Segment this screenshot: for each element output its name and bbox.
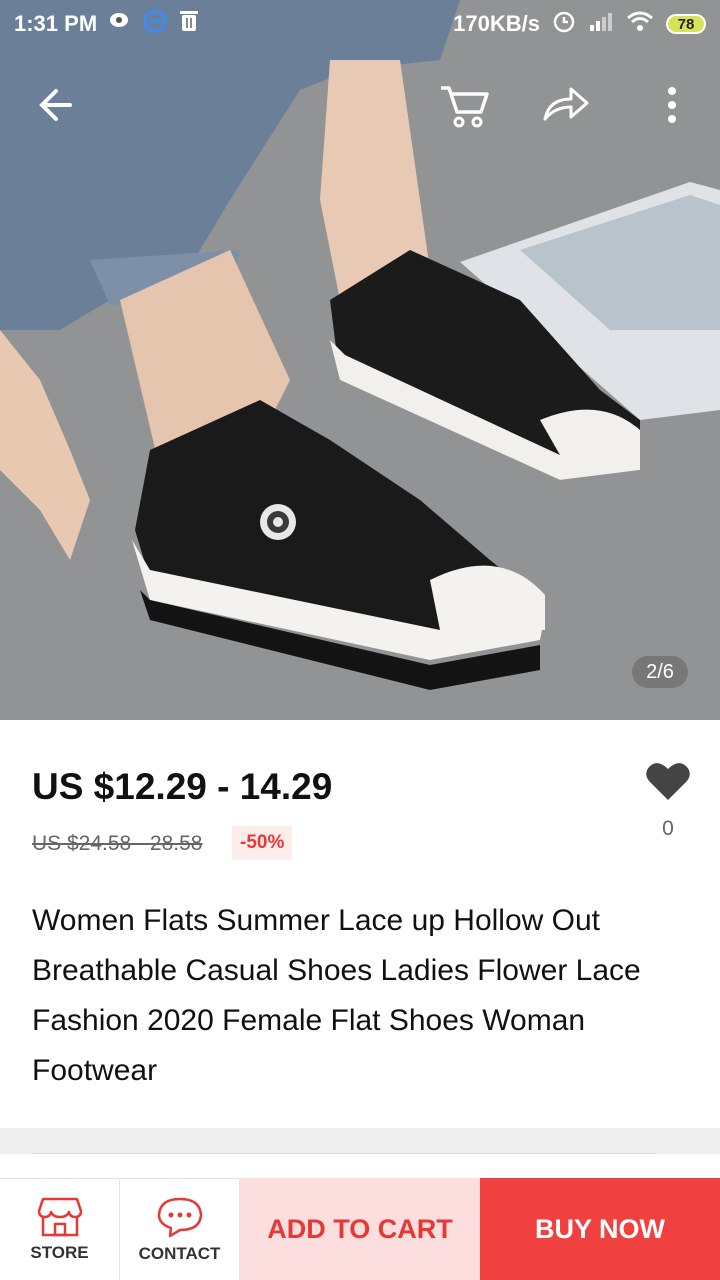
contact-label: CONTACT xyxy=(138,1243,221,1263)
more-options-button[interactable] xyxy=(642,70,702,140)
wishlist-button[interactable]: 0 xyxy=(640,760,696,850)
status-bar: 1:31 PM 170KB/s 78 xyxy=(0,0,720,48)
cart-button[interactable] xyxy=(434,70,494,140)
share-button[interactable] xyxy=(536,70,596,140)
section-divider xyxy=(0,1128,720,1154)
wishlist-count: 0 xyxy=(662,817,674,840)
gallery-page-indicator: 2/6 xyxy=(632,656,688,688)
status-time: 1:31 PM xyxy=(14,11,98,36)
share-icon xyxy=(543,87,589,121)
wifi-icon xyxy=(626,10,654,38)
chat-bubble-icon xyxy=(157,1197,202,1237)
heart-icon xyxy=(646,763,690,800)
buy-now-button[interactable]: BUY NOW xyxy=(480,1178,720,1280)
chat-notification-icon xyxy=(109,11,131,37)
signal-icon xyxy=(588,11,614,37)
alarm-icon xyxy=(552,9,576,39)
bottom-action-bar: STORE CONTACT ADD TO CART BUY NOW xyxy=(0,1178,720,1280)
battery-indicator: 78 xyxy=(666,14,706,34)
sync-notification-icon xyxy=(143,9,167,39)
product-price: US $12.29 - 14.29 xyxy=(32,766,333,807)
trash-notification-icon xyxy=(179,9,199,39)
contact-button[interactable]: CONTACT xyxy=(120,1178,240,1280)
add-to-cart-button[interactable]: ADD TO CART xyxy=(240,1178,480,1280)
back-button[interactable] xyxy=(26,70,86,140)
store-button[interactable]: STORE xyxy=(0,1178,120,1280)
product-toolbar xyxy=(0,70,720,140)
store-label: STORE xyxy=(30,1242,89,1262)
product-title: Women Flats Summer Lace up Hollow Out Br… xyxy=(32,904,641,1087)
back-arrow-icon xyxy=(39,89,72,121)
divider-line xyxy=(32,1153,656,1154)
discount-badge: -50% xyxy=(232,826,293,860)
store-icon xyxy=(37,1197,82,1236)
original-price: US $24.58 - 28.58 xyxy=(32,832,203,855)
more-vertical-icon xyxy=(668,87,676,123)
network-speed: 170KB/s xyxy=(453,11,540,36)
cart-icon xyxy=(441,86,489,128)
product-image-gallery[interactable]: 1:31 PM 170KB/s 78 2/6 xyxy=(0,0,720,720)
